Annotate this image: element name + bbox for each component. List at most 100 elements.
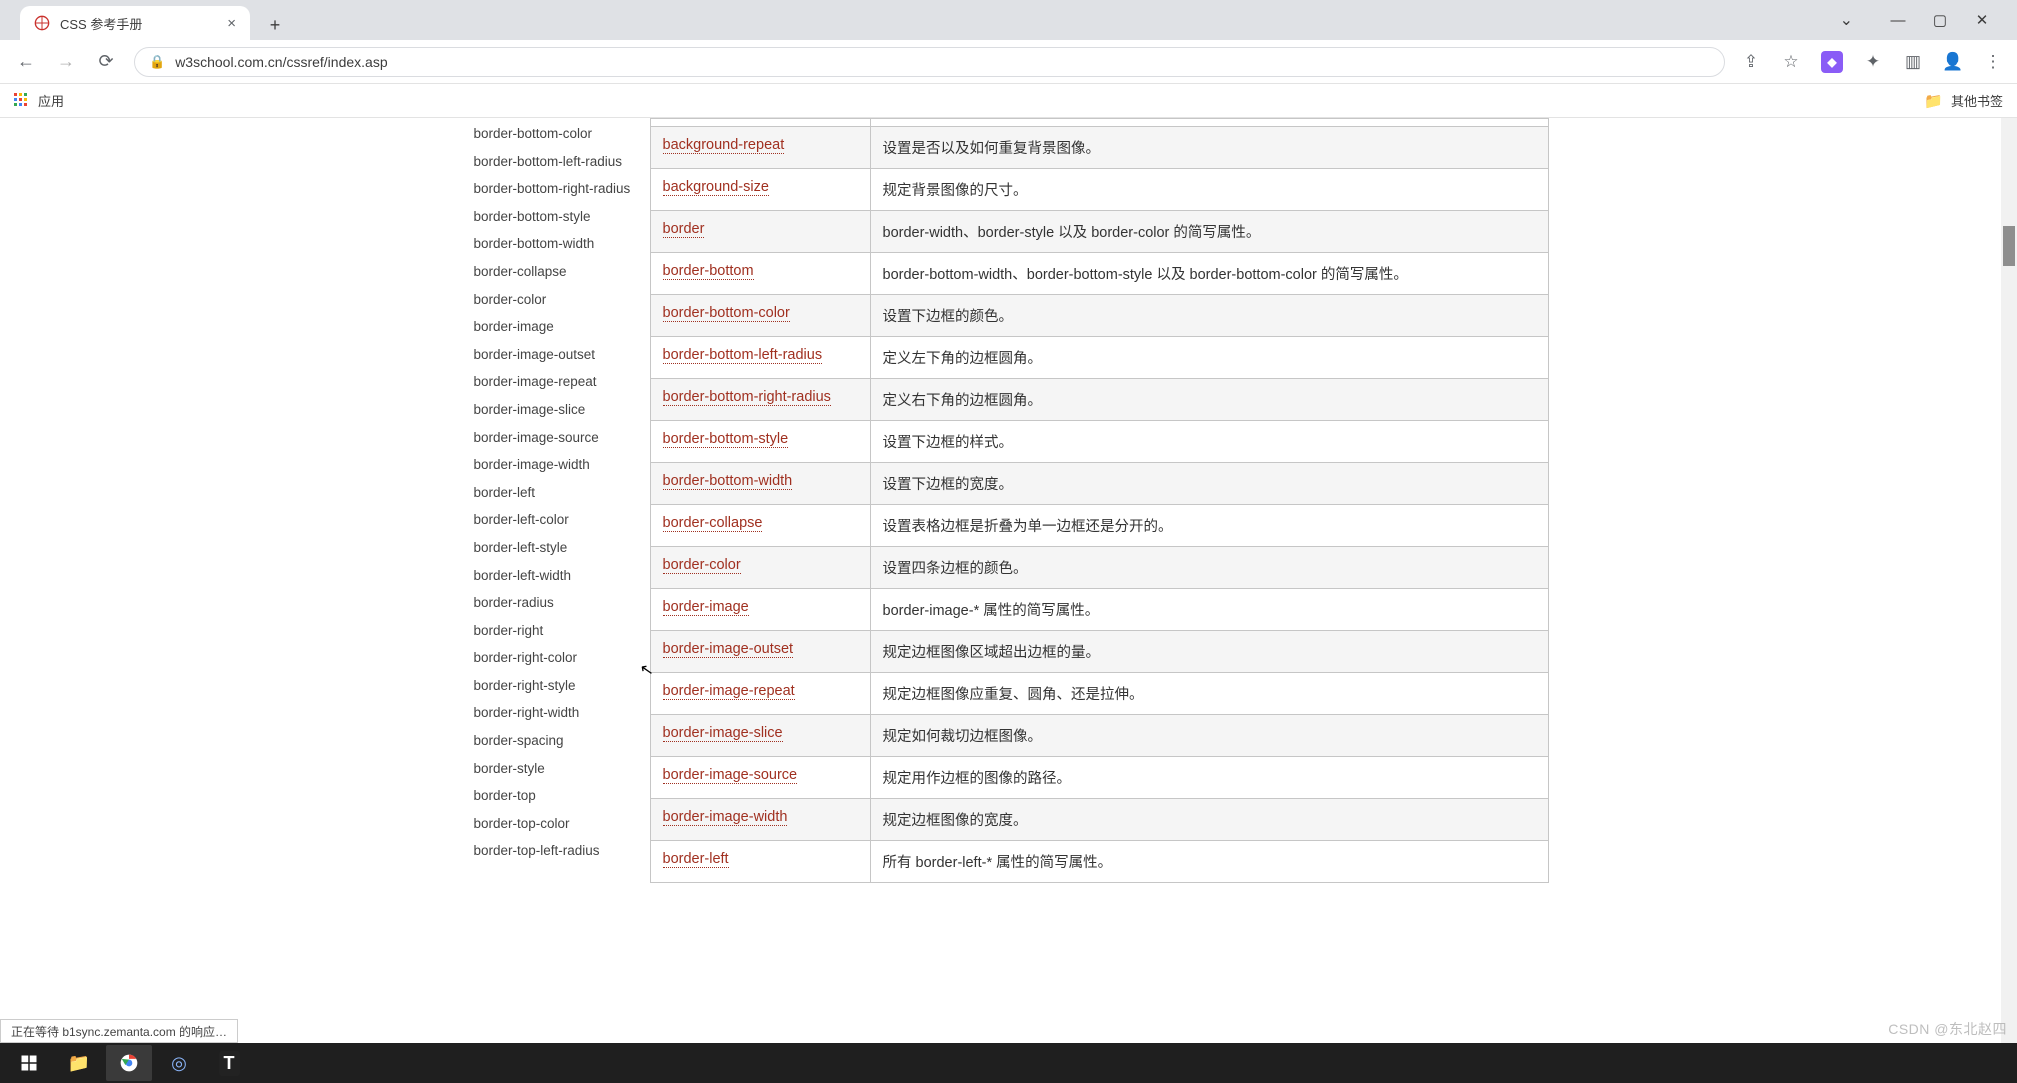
favicon-icon [34, 15, 50, 31]
puzzle-icon[interactable]: ✦ [1863, 52, 1883, 72]
table-row: border-color设置四条边框的颜色。 [650, 547, 1548, 589]
property-description: 规定用作边框的图像的路径。 [870, 757, 1548, 799]
property-link[interactable]: border-bottom-left-radius [663, 347, 823, 364]
extension-icon[interactable]: ◆ [1821, 51, 1843, 73]
property-link[interactable]: border-image-repeat [663, 683, 795, 700]
other-bookmarks[interactable]: 其他书签 [1951, 91, 2003, 110]
sidebar-item[interactable]: border-bottom-left-radius [464, 148, 650, 176]
property-link[interactable]: border [663, 221, 705, 238]
sidebar-item[interactable]: border-right-style [464, 672, 650, 700]
chevron-down-icon[interactable]: ⌄ [1840, 10, 1853, 30]
property-link[interactable]: border-collapse [663, 515, 763, 532]
folder-icon: 📁 [68, 1053, 90, 1074]
maximize-button[interactable]: ▢ [1933, 13, 1947, 27]
property-link[interactable]: border-image-slice [663, 725, 783, 742]
property-link[interactable]: border-image-source [663, 767, 798, 784]
property-description: 设置是否以及如何重复背景图像。 [870, 127, 1548, 169]
property-description: 规定边框图像区域超出边框的量。 [870, 631, 1548, 673]
property-description: 定义左下角的边框圆角。 [870, 337, 1548, 379]
property-description: border-width、border-style 以及 border-colo… [870, 211, 1548, 253]
property-link[interactable]: border-bottom [663, 263, 754, 280]
sidepanel-icon[interactable]: ▥ [1903, 52, 1923, 72]
property-description: 设置下边框的样式。 [870, 421, 1548, 463]
table-row: border-imageborder-image-* 属性的简写属性。 [650, 589, 1548, 631]
sidebar-item[interactable]: border-left-width [464, 562, 650, 590]
property-link[interactable]: border-image-outset [663, 641, 794, 658]
scrollbar-vertical[interactable] [2001, 118, 2017, 1043]
apps-icon[interactable] [14, 93, 30, 109]
main-content: background-repeat 设置是否以及如何重复背景图像。 backgrou… [650, 118, 1549, 1043]
back-button[interactable]: ← [14, 50, 38, 74]
chrome-button[interactable] [106, 1045, 152, 1081]
property-link[interactable]: border-color [663, 557, 741, 574]
forward-button[interactable]: → [54, 50, 78, 74]
property-link[interactable]: border-image-width [663, 809, 788, 826]
close-tab-icon[interactable]: × [227, 15, 236, 32]
reload-button[interactable]: ⟳ [94, 50, 118, 74]
sidebar-item[interactable]: border-left-style [464, 534, 650, 562]
table-row: border-bottom-left-radius 定义左下角的边框圆角。 [650, 337, 1548, 379]
sidebar-item[interactable]: border-top-left-radius [464, 837, 650, 865]
status-bar: 正在等待 b1sync.zemanta.com 的响应… [0, 1019, 238, 1043]
table-row: border-image-slice规定如何裁切边框图像。 [650, 715, 1548, 757]
property-link[interactable]: border-image [663, 599, 749, 616]
property-link[interactable]: background-size [663, 179, 769, 196]
sidebar-item[interactable]: border-top [464, 782, 650, 810]
table-row: border-image-repeat规定边框图像应重复、圆角、还是拉伸。 [650, 673, 1548, 715]
sidebar-item[interactable]: border-color [464, 286, 650, 314]
table-row: border-bottom-width 设置下边框的宽度。 [650, 463, 1548, 505]
new-tab-button[interactable]: + [260, 10, 290, 40]
property-link[interactable]: border-bottom-width [663, 473, 793, 490]
table-row: border-bottom border-bottom-width、border-… [650, 253, 1548, 295]
sidebar-item[interactable]: border-collapse [464, 258, 650, 286]
share-icon[interactable]: ⇪ [1741, 52, 1761, 72]
minimize-button[interactable]: — [1891, 13, 1905, 27]
sidebar-item[interactable]: border-image-outset [464, 341, 650, 369]
sidebar-item[interactable]: border-image-source [464, 424, 650, 452]
omnibox[interactable]: 🔒 w3school.com.cn/cssref/index.asp [134, 47, 1725, 77]
lock-icon: 🔒 [149, 54, 165, 70]
menu-icon[interactable]: ⋮ [1983, 52, 2003, 72]
start-button[interactable] [6, 1045, 52, 1081]
sidebar-item[interactable]: border-bottom-style [464, 203, 650, 231]
property-description: 设置下边框的宽度。 [870, 463, 1548, 505]
sidebar-item[interactable]: border-left-color [464, 506, 650, 534]
sidebar-item[interactable]: border-right [464, 617, 650, 645]
table-row: border-collapse设置表格边框是折叠为单一边框还是分开的。 [650, 505, 1548, 547]
profile-icon[interactable]: 👤 [1943, 52, 1963, 72]
sidebar-item[interactable]: border-right-color [464, 644, 650, 672]
task-app-2[interactable]: T [206, 1045, 252, 1081]
sidebar-item[interactable]: border-style [464, 755, 650, 783]
sidebar-item[interactable]: border-bottom-width [464, 230, 650, 258]
sidebar-item[interactable]: border-image [464, 313, 650, 341]
property-description: 所有 border-left-* 属性的简写属性。 [870, 841, 1548, 883]
table-row: border-bottom-right-radius定义右下角的边框圆角。 [650, 379, 1548, 421]
sidebar-item[interactable]: border-radius [464, 589, 650, 617]
property-link[interactable]: background-repeat [663, 137, 785, 154]
property-link[interactable]: border-bottom-right-radius [663, 389, 831, 406]
task-app-1[interactable]: ◎ [156, 1045, 202, 1081]
scrollbar-thumb[interactable] [2003, 226, 2015, 266]
sidebar-item[interactable]: border-left [464, 479, 650, 507]
browser-tab[interactable]: CSS 参考手册 × [20, 6, 250, 40]
property-link[interactable]: border-bottom-color [663, 305, 790, 322]
sidebar-item[interactable]: border-bottom-right-radius [464, 175, 650, 203]
sidebar-item[interactable]: border-top-color [464, 810, 650, 838]
sidebar-item[interactable]: border-spacing [464, 727, 650, 755]
sidebar-item[interactable]: border-image-slice [464, 396, 650, 424]
close-window-button[interactable]: ✕ [1975, 13, 1989, 27]
apps-label[interactable]: 应用 [38, 91, 64, 110]
property-description: border-bottom-width、border-bottom-style … [870, 253, 1548, 295]
sidebar-item[interactable]: border-image-width [464, 451, 650, 479]
star-icon[interactable]: ☆ [1781, 52, 1801, 72]
sidebar-item[interactable]: border-image-repeat [464, 368, 650, 396]
bookmarks-bar: 应用 📁 其他书签 [0, 84, 2017, 118]
sidebar-item[interactable]: border-right-width [464, 699, 650, 727]
property-link[interactable]: border-left [663, 851, 729, 868]
file-explorer-button[interactable]: 📁 [56, 1045, 102, 1081]
sidebar: border-bottom-colorborder-bottom-left-ra… [464, 118, 650, 1043]
url-text: w3school.com.cn/cssref/index.asp [175, 54, 387, 70]
property-description: 规定边框图像的宽度。 [870, 799, 1548, 841]
sidebar-item[interactable]: border-bottom-color [464, 120, 650, 148]
property-link[interactable]: border-bottom-style [663, 431, 789, 448]
